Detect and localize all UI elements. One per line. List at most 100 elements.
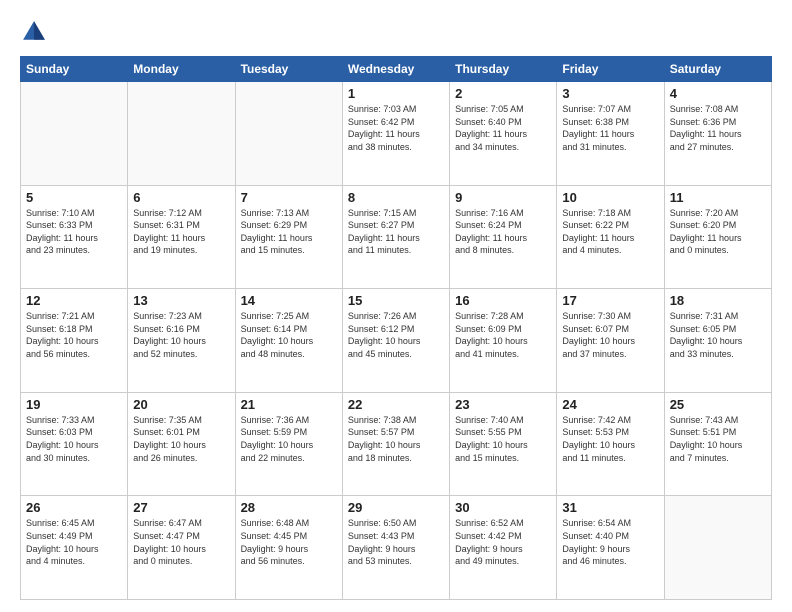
day-info: Sunrise: 7:15 AM Sunset: 6:27 PM Dayligh… <box>348 207 444 257</box>
day-info: Sunrise: 7:43 AM Sunset: 5:51 PM Dayligh… <box>670 414 766 464</box>
day-number: 11 <box>670 190 766 205</box>
day-cell-30: 30 Sunrise: 6:52 AM Sunset: 4:42 PM Dayli… <box>450 496 557 600</box>
day-number: 15 <box>348 293 444 308</box>
week-row-2: 5 Sunrise: 7:10 AM Sunset: 6:33 PM Daylig… <box>21 185 772 289</box>
day-info: Sunrise: 6:54 AM Sunset: 4:40 PM Dayligh… <box>562 517 658 567</box>
day-number: 14 <box>241 293 337 308</box>
day-number: 7 <box>241 190 337 205</box>
day-cell-8: 8 Sunrise: 7:15 AM Sunset: 6:27 PM Daylig… <box>342 185 449 289</box>
day-number: 26 <box>26 500 122 515</box>
day-number: 24 <box>562 397 658 412</box>
day-cell-10: 10 Sunrise: 7:18 AM Sunset: 6:22 PM Dayli… <box>557 185 664 289</box>
logo <box>20 18 52 46</box>
day-cell-6: 6 Sunrise: 7:12 AM Sunset: 6:31 PM Daylig… <box>128 185 235 289</box>
weekday-header-friday: Friday <box>557 57 664 82</box>
day-info: Sunrise: 7:36 AM Sunset: 5:59 PM Dayligh… <box>241 414 337 464</box>
day-cell-14: 14 Sunrise: 7:25 AM Sunset: 6:14 PM Dayli… <box>235 289 342 393</box>
day-cell-27: 27 Sunrise: 6:47 AM Sunset: 4:47 PM Dayli… <box>128 496 235 600</box>
day-cell-2: 2 Sunrise: 7:05 AM Sunset: 6:40 PM Daylig… <box>450 82 557 186</box>
day-info: Sunrise: 7:26 AM Sunset: 6:12 PM Dayligh… <box>348 310 444 360</box>
day-info: Sunrise: 6:45 AM Sunset: 4:49 PM Dayligh… <box>26 517 122 567</box>
day-info: Sunrise: 7:31 AM Sunset: 6:05 PM Dayligh… <box>670 310 766 360</box>
day-info: Sunrise: 7:13 AM Sunset: 6:29 PM Dayligh… <box>241 207 337 257</box>
day-info: Sunrise: 7:08 AM Sunset: 6:36 PM Dayligh… <box>670 103 766 153</box>
day-info: Sunrise: 6:48 AM Sunset: 4:45 PM Dayligh… <box>241 517 337 567</box>
week-row-5: 26 Sunrise: 6:45 AM Sunset: 4:49 PM Dayli… <box>21 496 772 600</box>
day-info: Sunrise: 7:30 AM Sunset: 6:07 PM Dayligh… <box>562 310 658 360</box>
day-number: 5 <box>26 190 122 205</box>
day-cell-13: 13 Sunrise: 7:23 AM Sunset: 6:16 PM Dayli… <box>128 289 235 393</box>
day-info: Sunrise: 7:33 AM Sunset: 6:03 PM Dayligh… <box>26 414 122 464</box>
day-cell-empty <box>128 82 235 186</box>
day-info: Sunrise: 7:03 AM Sunset: 6:42 PM Dayligh… <box>348 103 444 153</box>
weekday-header-sunday: Sunday <box>21 57 128 82</box>
day-cell-1: 1Sunrise: 7:03 AM Sunset: 6:42 PM Daylig… <box>342 82 449 186</box>
day-cell-4: 4 Sunrise: 7:08 AM Sunset: 6:36 PM Daylig… <box>664 82 771 186</box>
header <box>20 18 772 46</box>
day-number: 19 <box>26 397 122 412</box>
day-number: 12 <box>26 293 122 308</box>
day-info: Sunrise: 7:28 AM Sunset: 6:09 PM Dayligh… <box>455 310 551 360</box>
day-cell-18: 18 Sunrise: 7:31 AM Sunset: 6:05 PM Dayli… <box>664 289 771 393</box>
weekday-header-wednesday: Wednesday <box>342 57 449 82</box>
week-row-1: 1Sunrise: 7:03 AM Sunset: 6:42 PM Daylig… <box>21 82 772 186</box>
day-info: Sunrise: 7:12 AM Sunset: 6:31 PM Dayligh… <box>133 207 229 257</box>
day-cell-empty <box>235 82 342 186</box>
day-cell-25: 25Sunrise: 7:43 AM Sunset: 5:51 PM Dayli… <box>664 392 771 496</box>
day-cell-15: 15 Sunrise: 7:26 AM Sunset: 6:12 PM Dayli… <box>342 289 449 393</box>
day-number: 23 <box>455 397 551 412</box>
day-cell-31: 31 Sunrise: 6:54 AM Sunset: 4:40 PM Dayli… <box>557 496 664 600</box>
day-cell-12: 12Sunrise: 7:21 AM Sunset: 6:18 PM Dayli… <box>21 289 128 393</box>
day-info: Sunrise: 7:18 AM Sunset: 6:22 PM Dayligh… <box>562 207 658 257</box>
day-number: 31 <box>562 500 658 515</box>
day-cell-22: 22Sunrise: 7:38 AM Sunset: 5:57 PM Dayli… <box>342 392 449 496</box>
day-info: Sunrise: 7:42 AM Sunset: 5:53 PM Dayligh… <box>562 414 658 464</box>
day-cell-28: 28 Sunrise: 6:48 AM Sunset: 4:45 PM Dayli… <box>235 496 342 600</box>
logo-icon <box>20 18 48 46</box>
day-cell-5: 5 Sunrise: 7:10 AM Sunset: 6:33 PM Daylig… <box>21 185 128 289</box>
weekday-header-saturday: Saturday <box>664 57 771 82</box>
day-info: Sunrise: 7:16 AM Sunset: 6:24 PM Dayligh… <box>455 207 551 257</box>
day-number: 2 <box>455 86 551 101</box>
day-number: 27 <box>133 500 229 515</box>
calendar: SundayMondayTuesdayWednesdayThursdayFrid… <box>20 56 772 600</box>
day-number: 3 <box>562 86 658 101</box>
day-info: Sunrise: 6:47 AM Sunset: 4:47 PM Dayligh… <box>133 517 229 567</box>
day-cell-24: 24 Sunrise: 7:42 AM Sunset: 5:53 PM Dayli… <box>557 392 664 496</box>
day-info: Sunrise: 7:38 AM Sunset: 5:57 PM Dayligh… <box>348 414 444 464</box>
weekday-header-monday: Monday <box>128 57 235 82</box>
day-info: Sunrise: 7:23 AM Sunset: 6:16 PM Dayligh… <box>133 310 229 360</box>
day-number: 29 <box>348 500 444 515</box>
day-cell-9: 9 Sunrise: 7:16 AM Sunset: 6:24 PM Daylig… <box>450 185 557 289</box>
page: SundayMondayTuesdayWednesdayThursdayFrid… <box>0 0 792 612</box>
day-info: Sunrise: 6:50 AM Sunset: 4:43 PM Dayligh… <box>348 517 444 567</box>
day-number: 10 <box>562 190 658 205</box>
day-number: 16 <box>455 293 551 308</box>
day-info: Sunrise: 7:07 AM Sunset: 6:38 PM Dayligh… <box>562 103 658 153</box>
day-cell-16: 16 Sunrise: 7:28 AM Sunset: 6:09 PM Dayli… <box>450 289 557 393</box>
day-number: 9 <box>455 190 551 205</box>
day-cell-26: 26 Sunrise: 6:45 AM Sunset: 4:49 PM Dayli… <box>21 496 128 600</box>
weekday-header-thursday: Thursday <box>450 57 557 82</box>
day-number: 28 <box>241 500 337 515</box>
day-number: 13 <box>133 293 229 308</box>
day-number: 4 <box>670 86 766 101</box>
day-cell-empty <box>21 82 128 186</box>
day-info: Sunrise: 7:35 AM Sunset: 6:01 PM Dayligh… <box>133 414 229 464</box>
day-cell-19: 19 Sunrise: 7:33 AM Sunset: 6:03 PM Dayli… <box>21 392 128 496</box>
day-info: Sunrise: 7:25 AM Sunset: 6:14 PM Dayligh… <box>241 310 337 360</box>
day-cell-empty <box>664 496 771 600</box>
day-info: Sunrise: 7:20 AM Sunset: 6:20 PM Dayligh… <box>670 207 766 257</box>
day-cell-17: 17 Sunrise: 7:30 AM Sunset: 6:07 PM Dayli… <box>557 289 664 393</box>
day-info: Sunrise: 7:05 AM Sunset: 6:40 PM Dayligh… <box>455 103 551 153</box>
day-cell-3: 3 Sunrise: 7:07 AM Sunset: 6:38 PM Daylig… <box>557 82 664 186</box>
day-info: Sunrise: 6:52 AM Sunset: 4:42 PM Dayligh… <box>455 517 551 567</box>
day-cell-29: 29 Sunrise: 6:50 AM Sunset: 4:43 PM Dayli… <box>342 496 449 600</box>
day-number: 6 <box>133 190 229 205</box>
day-number: 8 <box>348 190 444 205</box>
day-number: 18 <box>670 293 766 308</box>
day-number: 30 <box>455 500 551 515</box>
day-number: 17 <box>562 293 658 308</box>
day-info: Sunrise: 7:10 AM Sunset: 6:33 PM Dayligh… <box>26 207 122 257</box>
day-number: 21 <box>241 397 337 412</box>
